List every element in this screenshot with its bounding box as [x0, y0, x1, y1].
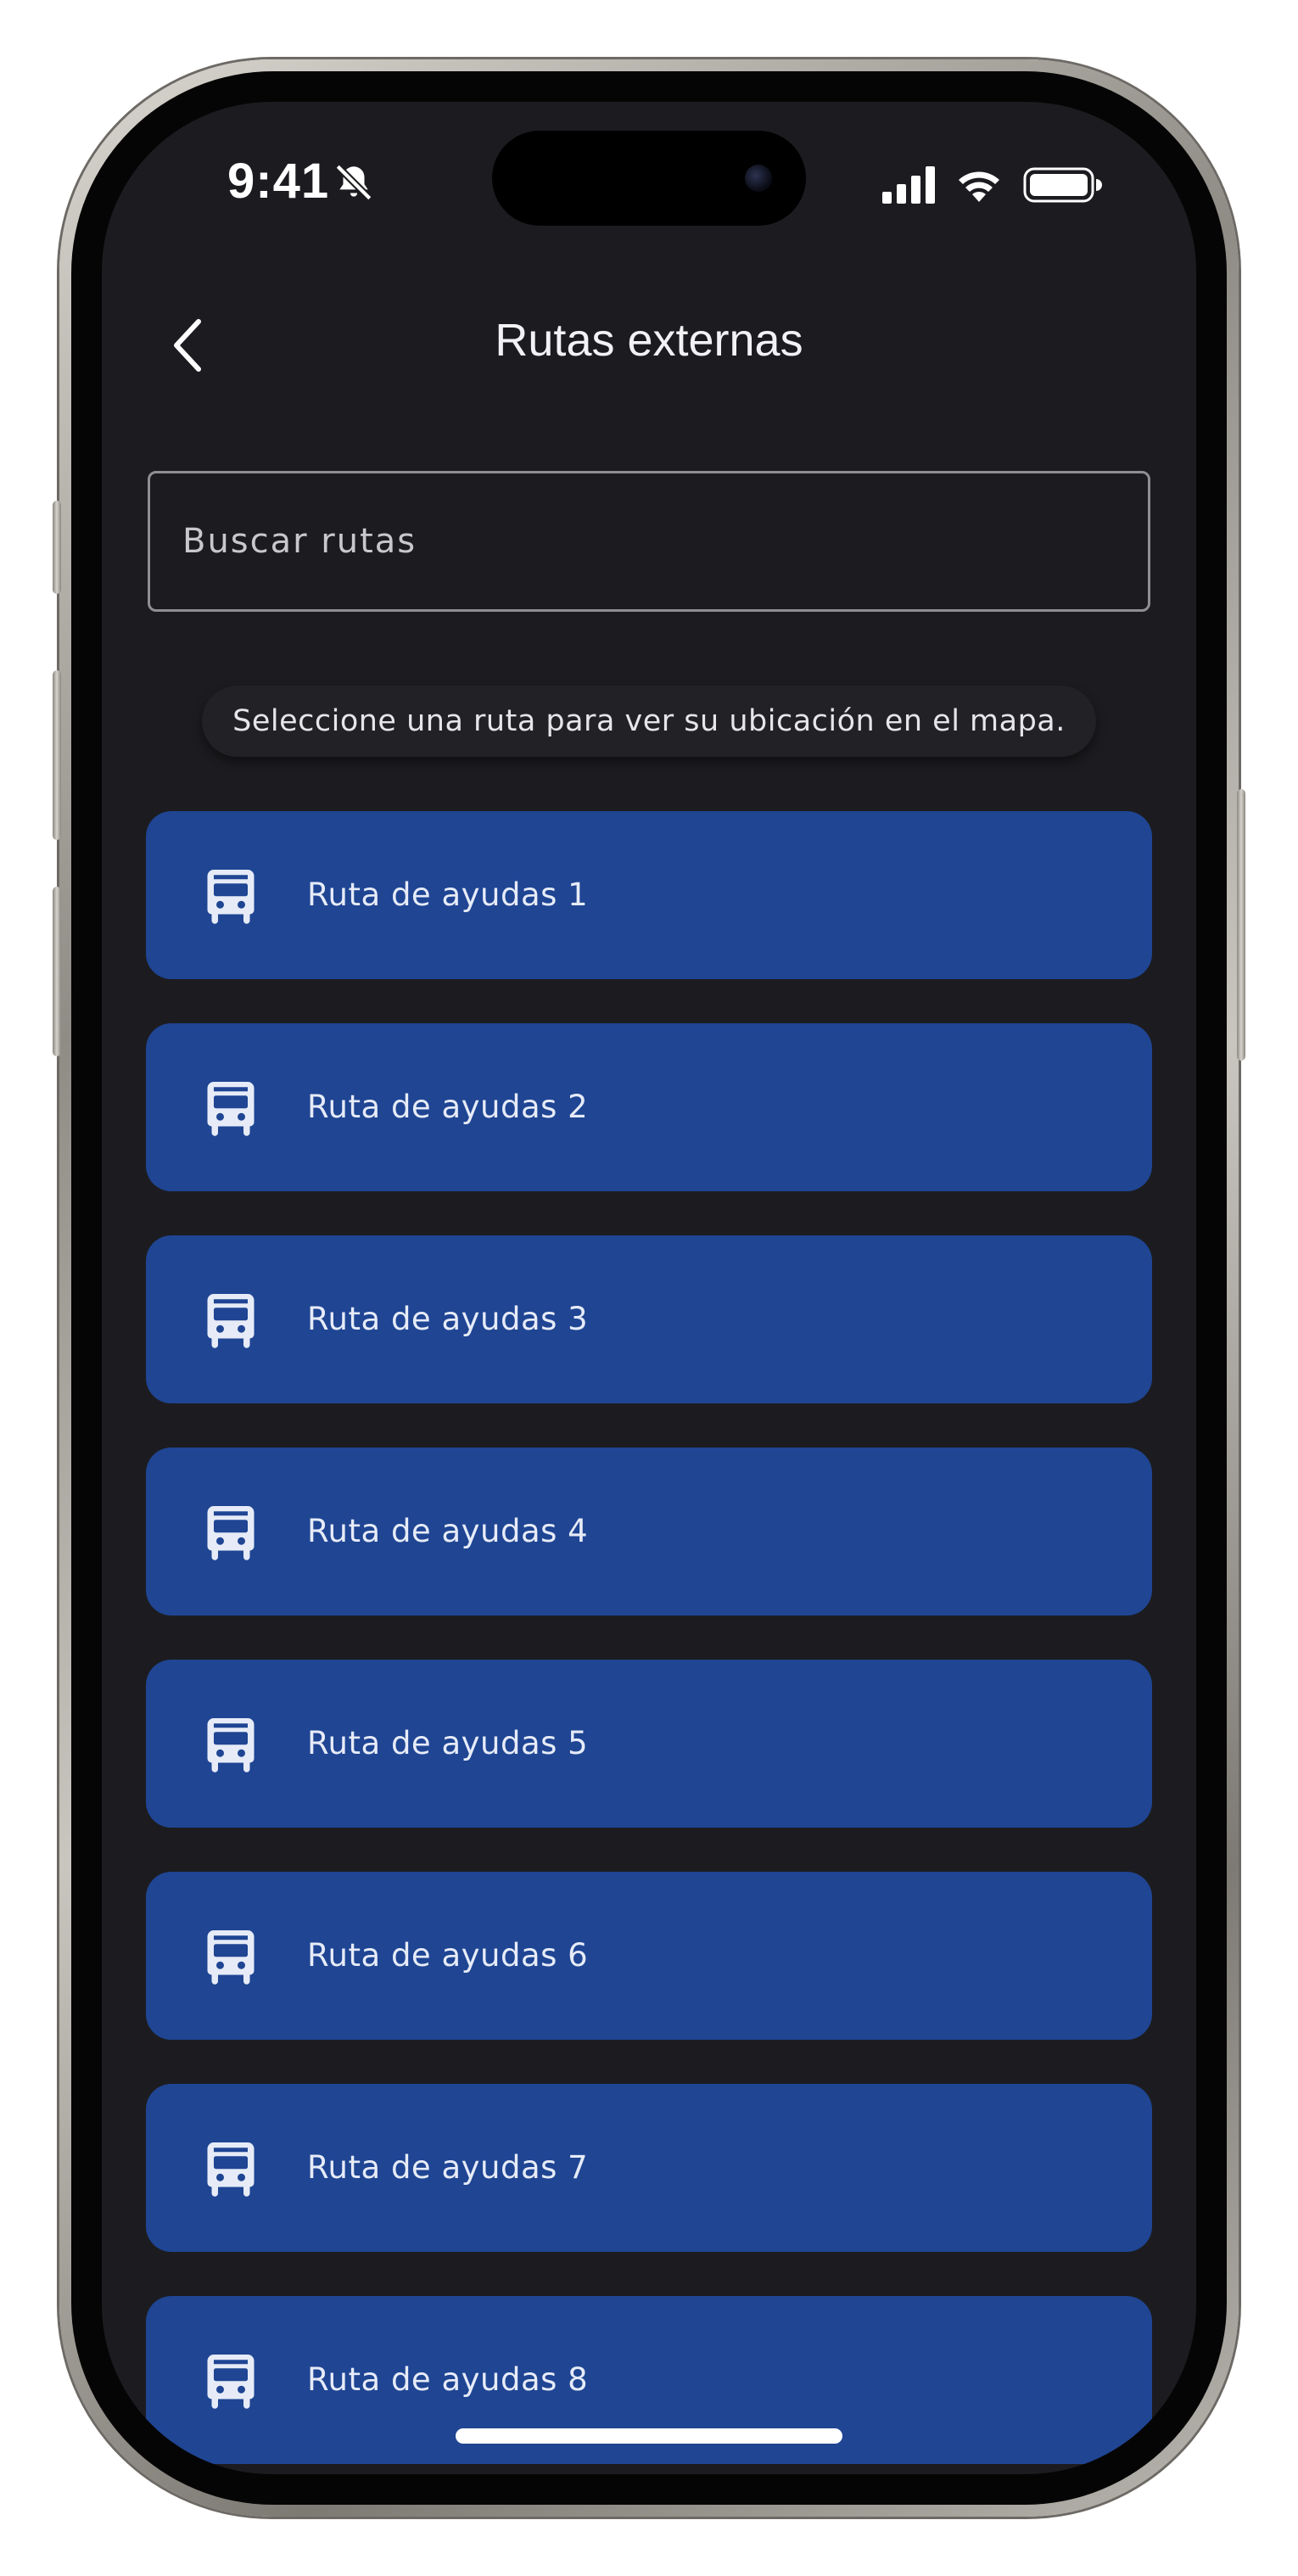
hint-banner: Seleccione una ruta para ver su ubicació… [202, 686, 1096, 757]
route-item[interactable]: Ruta de ayudas 5 [146, 1660, 1152, 1828]
route-label: Ruta de ayudas 7 [307, 2149, 589, 2186]
search-input[interactable] [182, 473, 1116, 609]
route-label: Ruta de ayudas 6 [307, 1937, 589, 1974]
action-button [53, 501, 61, 594]
dynamic-island [492, 131, 806, 226]
volume-down-button [53, 887, 61, 1056]
route-item[interactable]: Ruta de ayudas 3 [146, 1235, 1152, 1403]
route-list: Ruta de ayudas 1 Ruta de ayudas 2 Ruta d… [146, 811, 1152, 2474]
battery-icon [1023, 167, 1102, 203]
route-item[interactable]: Ruta de ayudas 6 [146, 1872, 1152, 2040]
front-camera [745, 165, 772, 192]
status-indicators [882, 166, 1102, 204]
bus-icon [207, 1718, 255, 1772]
volume-up-button [53, 670, 61, 840]
route-item[interactable]: Ruta de ayudas 2 [146, 1023, 1152, 1191]
bus-icon [207, 2142, 255, 2197]
bus-icon [207, 870, 255, 924]
bus-icon [207, 1082, 255, 1136]
bus-icon [207, 1294, 255, 1348]
power-button [1237, 789, 1245, 1061]
bus-icon [207, 2355, 255, 2409]
cellular-signal-icon [882, 166, 935, 204]
route-item[interactable]: Ruta de ayudas 7 [146, 2084, 1152, 2252]
bus-icon [207, 1506, 255, 1560]
search-field[interactable] [148, 471, 1150, 612]
home-indicator[interactable] [456, 2428, 842, 2444]
route-item[interactable]: Ruta de ayudas 1 [146, 811, 1152, 979]
bell-slash-icon [335, 164, 372, 201]
hint-text: Seleccione una ruta para ver su ubicació… [232, 704, 1066, 738]
status-time: 9:41 [227, 154, 330, 209]
wifi-icon [959, 171, 999, 202]
route-label: Ruta de ayudas 1 [307, 876, 589, 913]
route-label: Ruta de ayudas 2 [307, 1089, 589, 1125]
route-label: Ruta de ayudas 5 [307, 1725, 589, 1761]
bus-icon [207, 1930, 255, 1985]
route-label: Ruta de ayudas 4 [307, 1513, 589, 1549]
route-item[interactable]: Ruta de ayudas 4 [146, 1448, 1152, 1616]
status-bar: 9:41 [102, 102, 1196, 272]
route-label: Ruta de ayudas 3 [307, 1301, 589, 1337]
page-title: Rutas externas [495, 315, 803, 366]
app-screen: 9:41 Rutas externas Buscar rutas Selecci… [102, 102, 1196, 2474]
